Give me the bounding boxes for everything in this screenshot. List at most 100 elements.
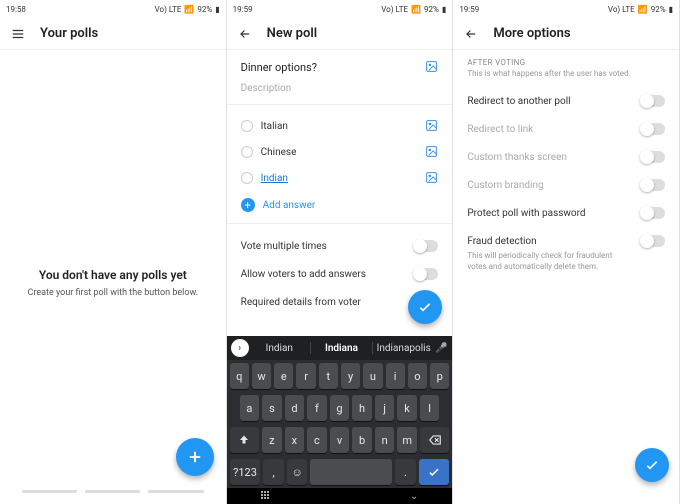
setting-label: Vote multiple times — [241, 241, 327, 252]
collapse-keyboard-icon[interactable]: ⌄ — [410, 491, 418, 502]
key-n[interactable]: n — [375, 427, 395, 453]
backspace-key[interactable] — [420, 427, 449, 453]
option-row: Redirect to link — [467, 115, 665, 143]
screen-your-polls: 19:58 Vo) LTE📶92%▮ Your polls You don't … — [0, 0, 227, 504]
keyboard: › Indian Indiana Indianapolis 🎤 qwertyui… — [227, 336, 453, 504]
page-title: New poll — [267, 26, 317, 41]
option-input[interactable]: Indian — [261, 173, 288, 184]
toggle-switch[interactable] — [641, 179, 665, 191]
setting-label: Allow voters to add answers — [241, 269, 366, 280]
key-u[interactable]: u — [363, 363, 382, 389]
period-key[interactable]: . — [395, 459, 415, 485]
option-input[interactable]: Chinese — [261, 147, 297, 158]
option-subtitle: This will periodically check for fraudul… — [467, 251, 665, 278]
back-icon[interactable] — [237, 26, 253, 42]
key-c[interactable]: c — [307, 427, 327, 453]
comma-key[interactable]: , — [263, 459, 283, 485]
option-input[interactable]: Italian — [261, 121, 288, 132]
key-k[interactable]: k — [397, 395, 417, 421]
toggle-switch[interactable] — [641, 95, 665, 107]
key-t[interactable]: t — [319, 363, 338, 389]
add-answer-button[interactable]: + Add answer — [241, 191, 439, 219]
key-l[interactable]: l — [420, 395, 440, 421]
description-input[interactable]: Description — [241, 83, 439, 94]
status-network: Vo) LTE — [155, 5, 182, 14]
statusbar: 19:58 Vo) LTE📶92%▮ — [0, 0, 226, 18]
option-label: Redirect to link — [467, 124, 533, 135]
toggle-switch[interactable] — [414, 240, 438, 252]
toggle-switch[interactable] — [641, 235, 665, 247]
empty-subtitle: Create your first poll with the button b… — [12, 288, 214, 298]
key-j[interactable]: j — [375, 395, 395, 421]
key-a[interactable]: a — [240, 395, 260, 421]
key-b[interactable]: b — [352, 427, 372, 453]
setting-row: Allow voters to add answers — [241, 260, 439, 288]
key-f[interactable]: f — [307, 395, 327, 421]
option-label: Custom thanks screen — [467, 152, 567, 163]
key-g[interactable]: g — [330, 395, 350, 421]
appbar: Your polls — [0, 18, 226, 50]
shift-key[interactable] — [230, 427, 259, 453]
key-p[interactable]: p — [430, 363, 449, 389]
screen-new-poll: 19:59 Vo) LTE📶92%▮ New poll Dinner optio… — [227, 0, 454, 504]
toggle-switch[interactable] — [641, 151, 665, 163]
appbar: New poll — [227, 18, 453, 50]
option-row: Custom branding — [467, 171, 665, 199]
appbar: More options — [453, 18, 679, 50]
key-m[interactable]: m — [397, 427, 417, 453]
statusbar: 19:59 Vo) LTE📶92%▮ — [227, 0, 453, 18]
back-icon[interactable] — [463, 26, 479, 42]
status-battery: 92% — [651, 5, 666, 14]
image-icon[interactable] — [425, 117, 438, 136]
key-o[interactable]: o — [408, 363, 427, 389]
option-row: Protect poll with password — [467, 199, 665, 227]
toggle-switch[interactable] — [414, 268, 438, 280]
create-poll-fab[interactable] — [176, 438, 214, 476]
screen-more-options: 19:59 Vo) LTE📶92%▮ More options AFTER VO… — [453, 0, 680, 504]
key-i[interactable]: i — [386, 363, 405, 389]
option-label: Redirect to another poll — [467, 96, 570, 107]
enter-key[interactable] — [419, 459, 450, 485]
image-icon[interactable] — [425, 143, 438, 162]
add-answer-label: Add answer — [263, 200, 316, 211]
nav-indicator — [0, 490, 226, 504]
key-w[interactable]: w — [252, 363, 271, 389]
question-input[interactable]: Dinner options? — [241, 61, 317, 74]
setting-label: Required details from voter — [241, 297, 361, 308]
section-subtitle: This is what happens after the user has … — [453, 69, 679, 87]
mic-icon[interactable]: 🎤 — [434, 343, 448, 354]
key-r[interactable]: r — [296, 363, 315, 389]
key-h[interactable]: h — [352, 395, 372, 421]
key-q[interactable]: q — [230, 363, 249, 389]
status-network: Vo) LTE — [608, 5, 635, 14]
key-s[interactable]: s — [262, 395, 282, 421]
emoji-key[interactable]: ☺ — [287, 459, 307, 485]
expand-icon[interactable]: › — [231, 339, 249, 357]
key-y[interactable]: y — [341, 363, 360, 389]
empty-title: You don't have any polls yet — [12, 268, 214, 282]
page-title: More options — [493, 26, 570, 41]
status-network: Vo) LTE — [381, 5, 408, 14]
toggle-switch[interactable] — [641, 207, 665, 219]
suggestion[interactable]: Indiana — [311, 343, 372, 354]
keyboard-switch-icon[interactable] — [261, 491, 275, 501]
key-v[interactable]: v — [330, 427, 350, 453]
status-battery: 92% — [197, 5, 212, 14]
status-time: 19:59 — [459, 5, 479, 14]
suggestion[interactable]: Indian — [249, 343, 310, 354]
menu-icon[interactable] — [10, 26, 26, 42]
image-icon[interactable] — [425, 169, 438, 188]
space-key[interactable] — [310, 459, 392, 485]
suggestion-bar: › Indian Indiana Indianapolis 🎤 — [227, 336, 453, 360]
confirm-fab[interactable] — [408, 290, 442, 324]
confirm-fab[interactable] — [635, 448, 669, 482]
image-icon[interactable] — [425, 58, 438, 77]
key-e[interactable]: e — [274, 363, 293, 389]
key-d[interactable]: d — [285, 395, 305, 421]
key-z[interactable]: z — [262, 427, 282, 453]
suggestion[interactable]: Indianapolis — [373, 343, 434, 354]
symbols-key[interactable]: ?123 — [230, 459, 261, 485]
key-x[interactable]: x — [285, 427, 305, 453]
toggle-switch[interactable] — [641, 123, 665, 135]
option-row: Redirect to another poll — [467, 87, 665, 115]
